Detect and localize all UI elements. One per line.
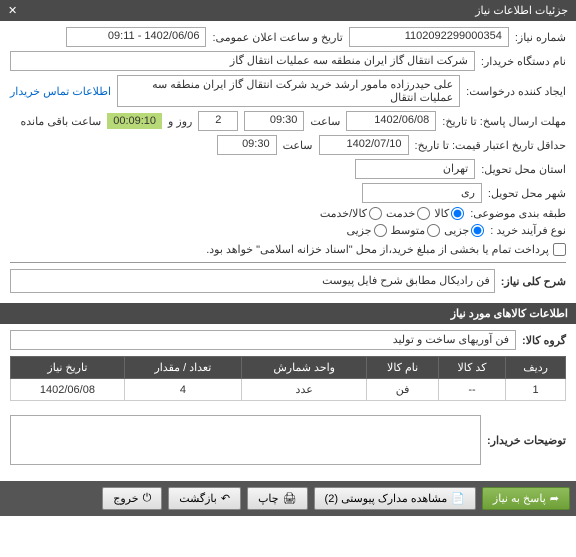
deadline-time-field: 09:30 (244, 111, 304, 131)
print-icon: 🖨 (283, 492, 297, 505)
table-cell: -- (438, 379, 505, 401)
table-header-row: ردیف کد کالا نام کالا واحد شمارش تعداد /… (11, 357, 566, 379)
divider (10, 262, 566, 263)
cat-khedmat-radio[interactable] (417, 207, 430, 220)
th-qty: تعداد / مقدار (124, 357, 241, 379)
items-table: ردیف کد کالا نام کالا واحد شمارش تعداد /… (10, 356, 566, 401)
city-label: شهر محل تحویل: (488, 187, 566, 200)
time-label-1: ساعت (310, 115, 340, 128)
process-radio-group: جزیی متوسط جزیی (346, 224, 484, 237)
close-icon[interactable]: ✕ (8, 4, 17, 17)
buyer-label: نام دستگاه خریدار: (481, 55, 566, 68)
window-title: جزئیات اطلاعات نیاز (475, 4, 568, 17)
proc-jozei-radio[interactable] (471, 224, 484, 237)
respond-button[interactable]: ➦ پاسخ به نیاز (482, 487, 570, 510)
cat-kala-option[interactable]: کالا (434, 207, 464, 220)
proc-motevaset-option[interactable]: متوسط (391, 224, 441, 237)
niaz-no-field: 1102092299000354 (349, 27, 509, 47)
creator-field: علی حیدرزاده مامور ارشد خرید شرکت انتقال… (117, 75, 460, 107)
cat-both-radio[interactable] (369, 207, 382, 220)
th-unit: واحد شمارش (241, 357, 367, 379)
document-icon: 📄 (451, 492, 465, 505)
th-name: نام کالا (367, 357, 438, 379)
niaz-no-label: شماره نیاز: (515, 31, 566, 44)
arrow-icon: ➦ (550, 492, 559, 505)
cat-khedmat-option[interactable]: خدمت (386, 207, 430, 220)
countdown-timer: 00:09:10 (107, 113, 162, 129)
title-bar: جزئیات اطلاعات نیاز ✕ (0, 0, 576, 21)
print-button[interactable]: 🖨 چاپ (247, 487, 307, 510)
city-field: ری (362, 183, 482, 203)
notes-label: توضیحات خریدار: (487, 434, 566, 447)
buyer-field: شرکت انتقال گاز ایران منطقه سه عملیات ان… (10, 51, 475, 71)
back-button[interactable]: ↶ بازگشت (168, 487, 241, 510)
days-field: 2 (198, 111, 238, 131)
deadline-label: مهلت ارسال پاسخ: تا تاریخ: (442, 115, 566, 128)
group-label: گروه کالا: (522, 334, 566, 347)
desc-field: فن رادیکال مطابق شرح فایل پیوست (10, 269, 495, 293)
creator-label: ایجاد کننده درخواست: (466, 85, 566, 98)
table-cell: عدد (241, 379, 367, 401)
back-icon: ↶ (221, 492, 230, 505)
items-section: گروه کالا: فن آوریهای ساخت و تولید ردیف … (0, 324, 576, 481)
payment-label: پرداخت تمام یا بخشی از مبلغ خرید،از محل … (206, 243, 549, 256)
remaining-label: ساعت باقی مانده (20, 115, 101, 128)
province-label: استان محل تحویل: (481, 163, 566, 176)
attachments-button[interactable]: 📄 مشاهده مدارک پیوستی (2) (314, 487, 476, 510)
province-field: تهران (355, 159, 475, 179)
payment-checkbox[interactable] (553, 243, 566, 256)
contact-link[interactable]: اطلاعات تماس خریدار (10, 85, 111, 98)
th-idx: ردیف (506, 357, 566, 379)
exit-icon: ⏻ (143, 492, 152, 505)
table-cell: 1402/06/08 (11, 379, 125, 401)
exit-button[interactable]: ⏻ خروج (102, 487, 162, 510)
details-section: شماره نیاز: 1102092299000354 تاریخ و ساع… (0, 21, 576, 303)
cat-both-option[interactable]: کالا/خدمت (320, 207, 382, 220)
validity-label: حداقل تاریخ اعتبار قیمت: تا تاریخ: (415, 139, 566, 152)
payment-checkbox-row: پرداخت تمام یا بخشی از مبلغ خرید،از محل … (206, 243, 566, 256)
table-cell: 1 (506, 379, 566, 401)
category-radio-group: کالا خدمت کالا/خدمت (320, 207, 464, 220)
category-label: طبقه بندی موضوعی: (470, 207, 566, 220)
proc-omde-option[interactable]: جزیی (346, 224, 386, 237)
desc-label: شرح کلی نیاز: (501, 275, 566, 288)
proc-motevaset-radio[interactable] (427, 224, 440, 237)
group-field: فن آوریهای ساخت و تولید (10, 330, 516, 350)
public-date-field: 1402/06/06 - 09:11 (66, 27, 206, 47)
deadline-date-field: 1402/06/08 (346, 111, 436, 131)
proc-jozei-option[interactable]: جزیی (444, 224, 484, 237)
validity-date-field: 1402/07/10 (319, 135, 409, 155)
th-date: تاریخ نیاز (11, 357, 125, 379)
process-label: نوع فرآیند خرید : (490, 224, 566, 237)
cat-kala-radio[interactable] (451, 207, 464, 220)
time-label-2: ساعت (283, 139, 313, 152)
proc-omde-radio[interactable] (374, 224, 387, 237)
table-row: 1--فنعدد41402/06/08 (11, 379, 566, 401)
validity-time-field: 09:30 (217, 135, 277, 155)
table-cell: فن (367, 379, 438, 401)
th-code: کد کالا (438, 357, 505, 379)
notes-box (10, 415, 481, 465)
public-date-label: تاریخ و ساعت اعلان عمومی: (212, 31, 342, 44)
items-header: اطلاعات کالاهای مورد نیاز (0, 303, 576, 324)
footer-bar: ➦ پاسخ به نیاز 📄 مشاهده مدارک پیوستی (2)… (0, 481, 576, 516)
table-cell: 4 (124, 379, 241, 401)
day-label: روز و (168, 115, 192, 128)
